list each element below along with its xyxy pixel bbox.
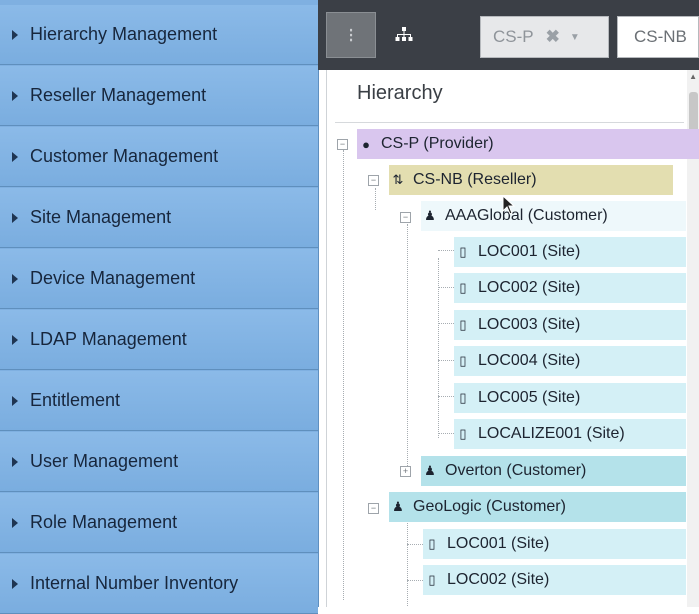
- tree-node-site[interactable]: ▯ LOC004 (Site): [454, 346, 686, 376]
- site-building-icon: ▯: [459, 390, 467, 405]
- site-building-icon: ▯: [459, 280, 467, 295]
- nav-customer-management[interactable]: Customer Management: [0, 127, 318, 187]
- tree-node-customer[interactable]: ♟ AAAGlobal (Customer): [421, 201, 686, 231]
- nav-reseller-management[interactable]: Reseller Management: [0, 66, 318, 126]
- caret-right-icon: [12, 151, 18, 162]
- tree-connector: [343, 150, 344, 600]
- tree-node-label: Overton (Customer): [445, 462, 587, 479]
- nav-device-management[interactable]: Device Management: [0, 249, 318, 309]
- site-building-icon: ▯: [459, 244, 467, 259]
- caret-right-icon: [12, 578, 18, 589]
- caret-right-icon: [12, 517, 18, 528]
- mouse-pointer-icon: [502, 195, 516, 215]
- nav-label: LDAP Management: [30, 329, 187, 349]
- tree-node-label: LOCALIZE001 (Site): [478, 425, 625, 442]
- tree-node-label: CS-P (Provider): [381, 135, 494, 152]
- input-value: CS-NB: [634, 27, 687, 46]
- tree-connector: [375, 188, 376, 210]
- tree-node-customer[interactable]: ♟ Overton (Customer): [421, 456, 686, 486]
- nav-ldap-management[interactable]: LDAP Management: [0, 310, 318, 370]
- scroll-up-icon[interactable]: ▲: [689, 72, 697, 81]
- provider-globe-icon: ●: [362, 136, 370, 152]
- collapse-toggle[interactable]: −: [400, 212, 411, 223]
- tree-connector: [438, 258, 439, 438]
- expand-toggle[interactable]: +: [400, 466, 411, 477]
- tree-node-label: CS-NB (Reseller): [413, 171, 537, 188]
- tree-node-site[interactable]: ▯ LOC001 (Site): [423, 529, 686, 559]
- caret-right-icon: [12, 273, 18, 284]
- nav-hierarchy-management[interactable]: Hierarchy Management: [0, 5, 318, 65]
- sidebar: Hierarchy Management Reseller Management…: [0, 0, 319, 614]
- tree-node-site[interactable]: ▯ LOC001 (Site): [454, 237, 686, 267]
- nav-label: Entitlement: [30, 390, 121, 410]
- tree-node-label: AAAGlobal (Customer): [445, 207, 608, 224]
- nav-label: Reseller Management: [30, 85, 207, 105]
- customer-group-icon: ♟: [424, 463, 436, 478]
- collapse-toggle[interactable]: −: [368, 175, 379, 186]
- nav-label: Internal Number Inventory: [30, 573, 239, 593]
- selected-value: CS-P: [493, 27, 534, 46]
- tree-node-site[interactable]: ▯ LOC005 (Site): [454, 383, 686, 413]
- tree-connector: [407, 516, 408, 606]
- caret-right-icon: [12, 212, 18, 223]
- tree-node-label: GeoLogic (Customer): [413, 498, 566, 515]
- tree-node-provider[interactable]: ● CS-P (Provider): [357, 129, 699, 159]
- site-building-icon: ▯: [428, 572, 436, 587]
- site-building-icon: ▯: [459, 317, 467, 332]
- clear-icon[interactable]: ✖: [546, 27, 560, 47]
- customer-group-icon: ♟: [392, 499, 404, 514]
- nav-label: Device Management: [30, 268, 196, 288]
- tree-node-reseller[interactable]: ⇅ CS-NB (Reseller): [389, 165, 673, 195]
- nav-user-management[interactable]: User Management: [0, 432, 318, 492]
- hierarchy-select[interactable]: CS-P ✖ ▼: [480, 16, 609, 58]
- tree-node-label: LOC004 (Site): [478, 352, 581, 369]
- site-building-icon: ▯: [428, 536, 436, 551]
- hierarchy-path-input[interactable]: CS-NB: [617, 16, 699, 58]
- divider: [335, 122, 684, 123]
- nav-internal-number-inventory[interactable]: Internal Number Inventory: [0, 554, 318, 614]
- caret-right-icon: [12, 395, 18, 406]
- nav-label: Role Management: [30, 512, 178, 532]
- customer-group-icon: ♟: [424, 208, 436, 223]
- nav-label: Site Management: [30, 207, 172, 227]
- tree-node-label: LOC001 (Site): [478, 243, 581, 260]
- tree-node-label: LOC001 (Site): [447, 535, 550, 552]
- nav-site-management[interactable]: Site Management: [0, 188, 318, 248]
- panel-title: Hierarchy: [357, 82, 443, 104]
- nav-role-management[interactable]: Role Management: [0, 493, 318, 553]
- org-chart-icon: [395, 27, 413, 41]
- nav-label: Hierarchy Management: [30, 24, 218, 44]
- nav-label: User Management: [30, 451, 179, 471]
- hierarchy-panel: Hierarchy ▲ − − − + − ● CS-P (Provider) …: [326, 70, 699, 607]
- caret-right-icon: [12, 29, 18, 40]
- chevron-down-icon[interactable]: ▼: [570, 32, 580, 43]
- tree-connector: [407, 224, 408, 472]
- org-chart-button[interactable]: [380, 12, 428, 56]
- tree-node-label: LOC003 (Site): [478, 316, 581, 333]
- nav-label: Customer Management: [30, 146, 219, 166]
- tree-node-label: LOC002 (Site): [447, 571, 550, 588]
- tree-node-label: LOC002 (Site): [478, 279, 581, 296]
- site-building-icon: ▯: [459, 353, 467, 368]
- caret-right-icon: [12, 334, 18, 345]
- site-building-icon: ▯: [459, 426, 467, 441]
- tree-node-site[interactable]: ▯ LOC003 (Site): [454, 310, 686, 340]
- tree-node-site[interactable]: ▯ LOCALIZE001 (Site): [454, 419, 686, 449]
- reseller-icon: ⇅: [392, 172, 404, 187]
- tree-node-site[interactable]: ▯ LOC002 (Site): [454, 273, 686, 303]
- tree-node-site[interactable]: ▯ LOC002 (Site): [423, 565, 686, 595]
- collapse-toggle[interactable]: −: [368, 503, 379, 514]
- tree-node-label: LOC005 (Site): [478, 389, 581, 406]
- tree-list-icon: ⁝: [347, 24, 355, 47]
- tree-node-customer[interactable]: ♟ GeoLogic (Customer): [389, 492, 686, 522]
- collapse-toggle[interactable]: −: [337, 139, 348, 150]
- tree-view-button[interactable]: ⁝: [326, 12, 376, 58]
- caret-right-icon: [12, 90, 18, 101]
- nav-entitlement[interactable]: Entitlement: [0, 371, 318, 431]
- caret-right-icon: [12, 456, 18, 467]
